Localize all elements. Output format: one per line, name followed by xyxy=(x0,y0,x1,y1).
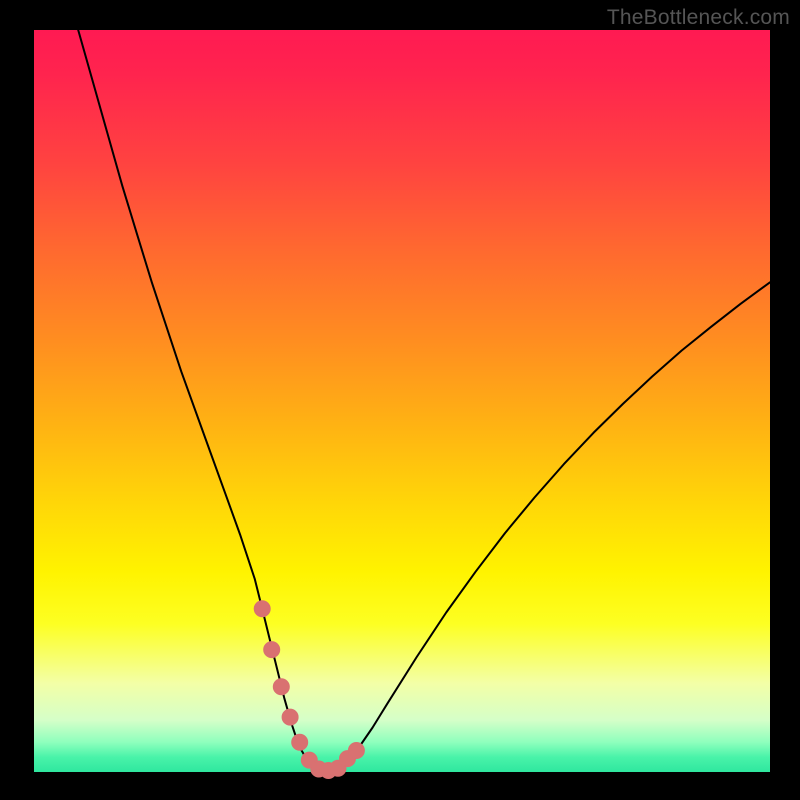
chart-frame: TheBottleneck.com xyxy=(0,0,800,800)
curve-marker xyxy=(348,743,364,759)
curve-layer xyxy=(34,30,770,772)
curve-marker xyxy=(254,601,270,617)
watermark-text: TheBottleneck.com xyxy=(607,6,790,30)
curve-marker xyxy=(292,734,308,750)
curve-marker xyxy=(264,642,280,658)
curve-marker xyxy=(282,709,298,725)
plot-area xyxy=(34,30,770,772)
curve-marker xyxy=(273,679,289,695)
bottleneck-curve xyxy=(78,30,770,771)
